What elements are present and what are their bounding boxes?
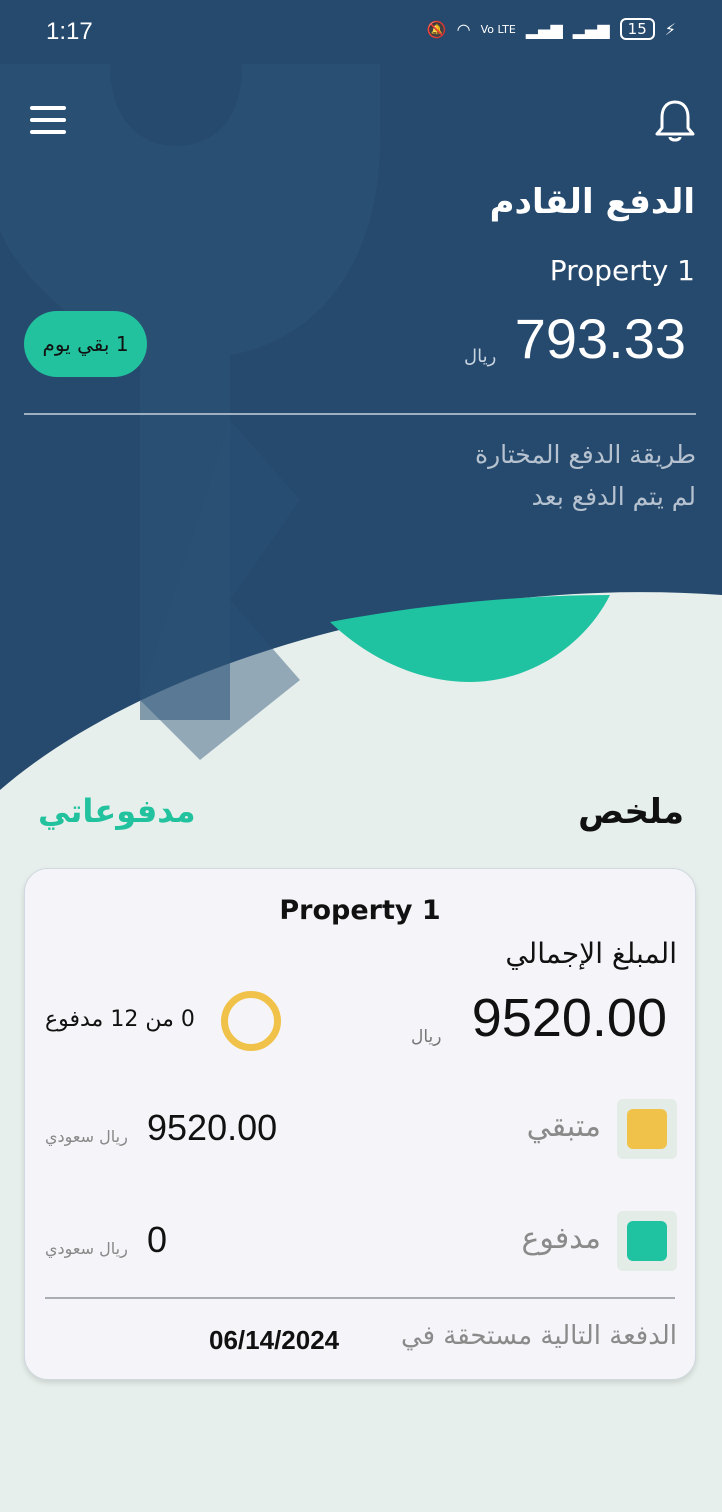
days-left-badge: 1 بقي يوم: [24, 311, 147, 377]
payment-method-value: لم يتم الدفع بعد: [531, 482, 696, 511]
card-divider: [45, 1297, 675, 1299]
payment-method-label: طريقة الدفع المختارة: [474, 440, 696, 469]
progress-ring: [221, 991, 281, 1051]
summary-heading: ملخص: [578, 792, 684, 832]
signal-icon: ▂▄▆: [525, 19, 563, 39]
paid-label: مدفوع: [521, 1221, 601, 1256]
paid-swatch: [627, 1221, 667, 1261]
bell-icon[interactable]: [654, 98, 696, 144]
next-payment-amount: 793.33: [514, 307, 686, 370]
next-payment-title: الدفع القادم: [489, 182, 695, 222]
total-amount: 9520.00: [471, 988, 667, 1048]
payment-progress-text: 0 من 12 مدفوع: [45, 1007, 195, 1032]
signal-icon-2: ▂▄▆: [572, 19, 610, 39]
paid-row: مدفوع 0 ريال سعودي: [25, 1211, 695, 1273]
status-bar: 1:17 🔕 ◠ Vo LTE ▂▄▆ ▂▄▆ 15 ⚡: [0, 0, 722, 64]
remaining-swatch-box: [617, 1099, 677, 1159]
status-time: 1:17: [46, 18, 93, 45]
wifi-icon: ◠: [456, 19, 471, 39]
total-amount-label: المبلغ الإجمالي: [505, 937, 677, 970]
my-payments-link[interactable]: مدفوعاتي: [38, 792, 196, 830]
summary-card[interactable]: Property 1 المبلغ الإجمالي 9520.00 ريال …: [24, 868, 696, 1380]
next-due-date: 06/14/2024: [209, 1325, 340, 1355]
header-divider: [24, 413, 696, 415]
next-due-label: الدفعة التالية مستحقة في: [400, 1321, 677, 1351]
remaining-row: متبقي 9520.00 ريال سعودي: [25, 1099, 695, 1161]
remaining-currency: ريال سعودي: [45, 1127, 128, 1146]
paid-currency: ريال سعودي: [45, 1239, 128, 1258]
mute-icon: 🔕: [426, 19, 447, 39]
card-property-name: Property 1: [279, 895, 441, 926]
charging-icon: ⚡: [664, 19, 676, 39]
next-payment-currency: ريال: [464, 346, 497, 367]
lte-label: Vo LTE: [480, 22, 516, 36]
menu-icon[interactable]: [30, 106, 66, 134]
total-currency: ريال: [411, 1027, 442, 1047]
battery-icon: 15: [619, 18, 655, 40]
paid-amount: 0: [147, 1219, 168, 1260]
paid-swatch-box: [617, 1211, 677, 1271]
remaining-swatch: [627, 1109, 667, 1149]
status-icons: 🔕 ◠ Vo LTE ▂▄▆ ▂▄▆ 15 ⚡: [427, 18, 676, 40]
remaining-amount: 9520.00: [147, 1107, 278, 1148]
header-property-name: Property 1: [549, 254, 695, 287]
remaining-label: متبقي: [526, 1109, 601, 1144]
